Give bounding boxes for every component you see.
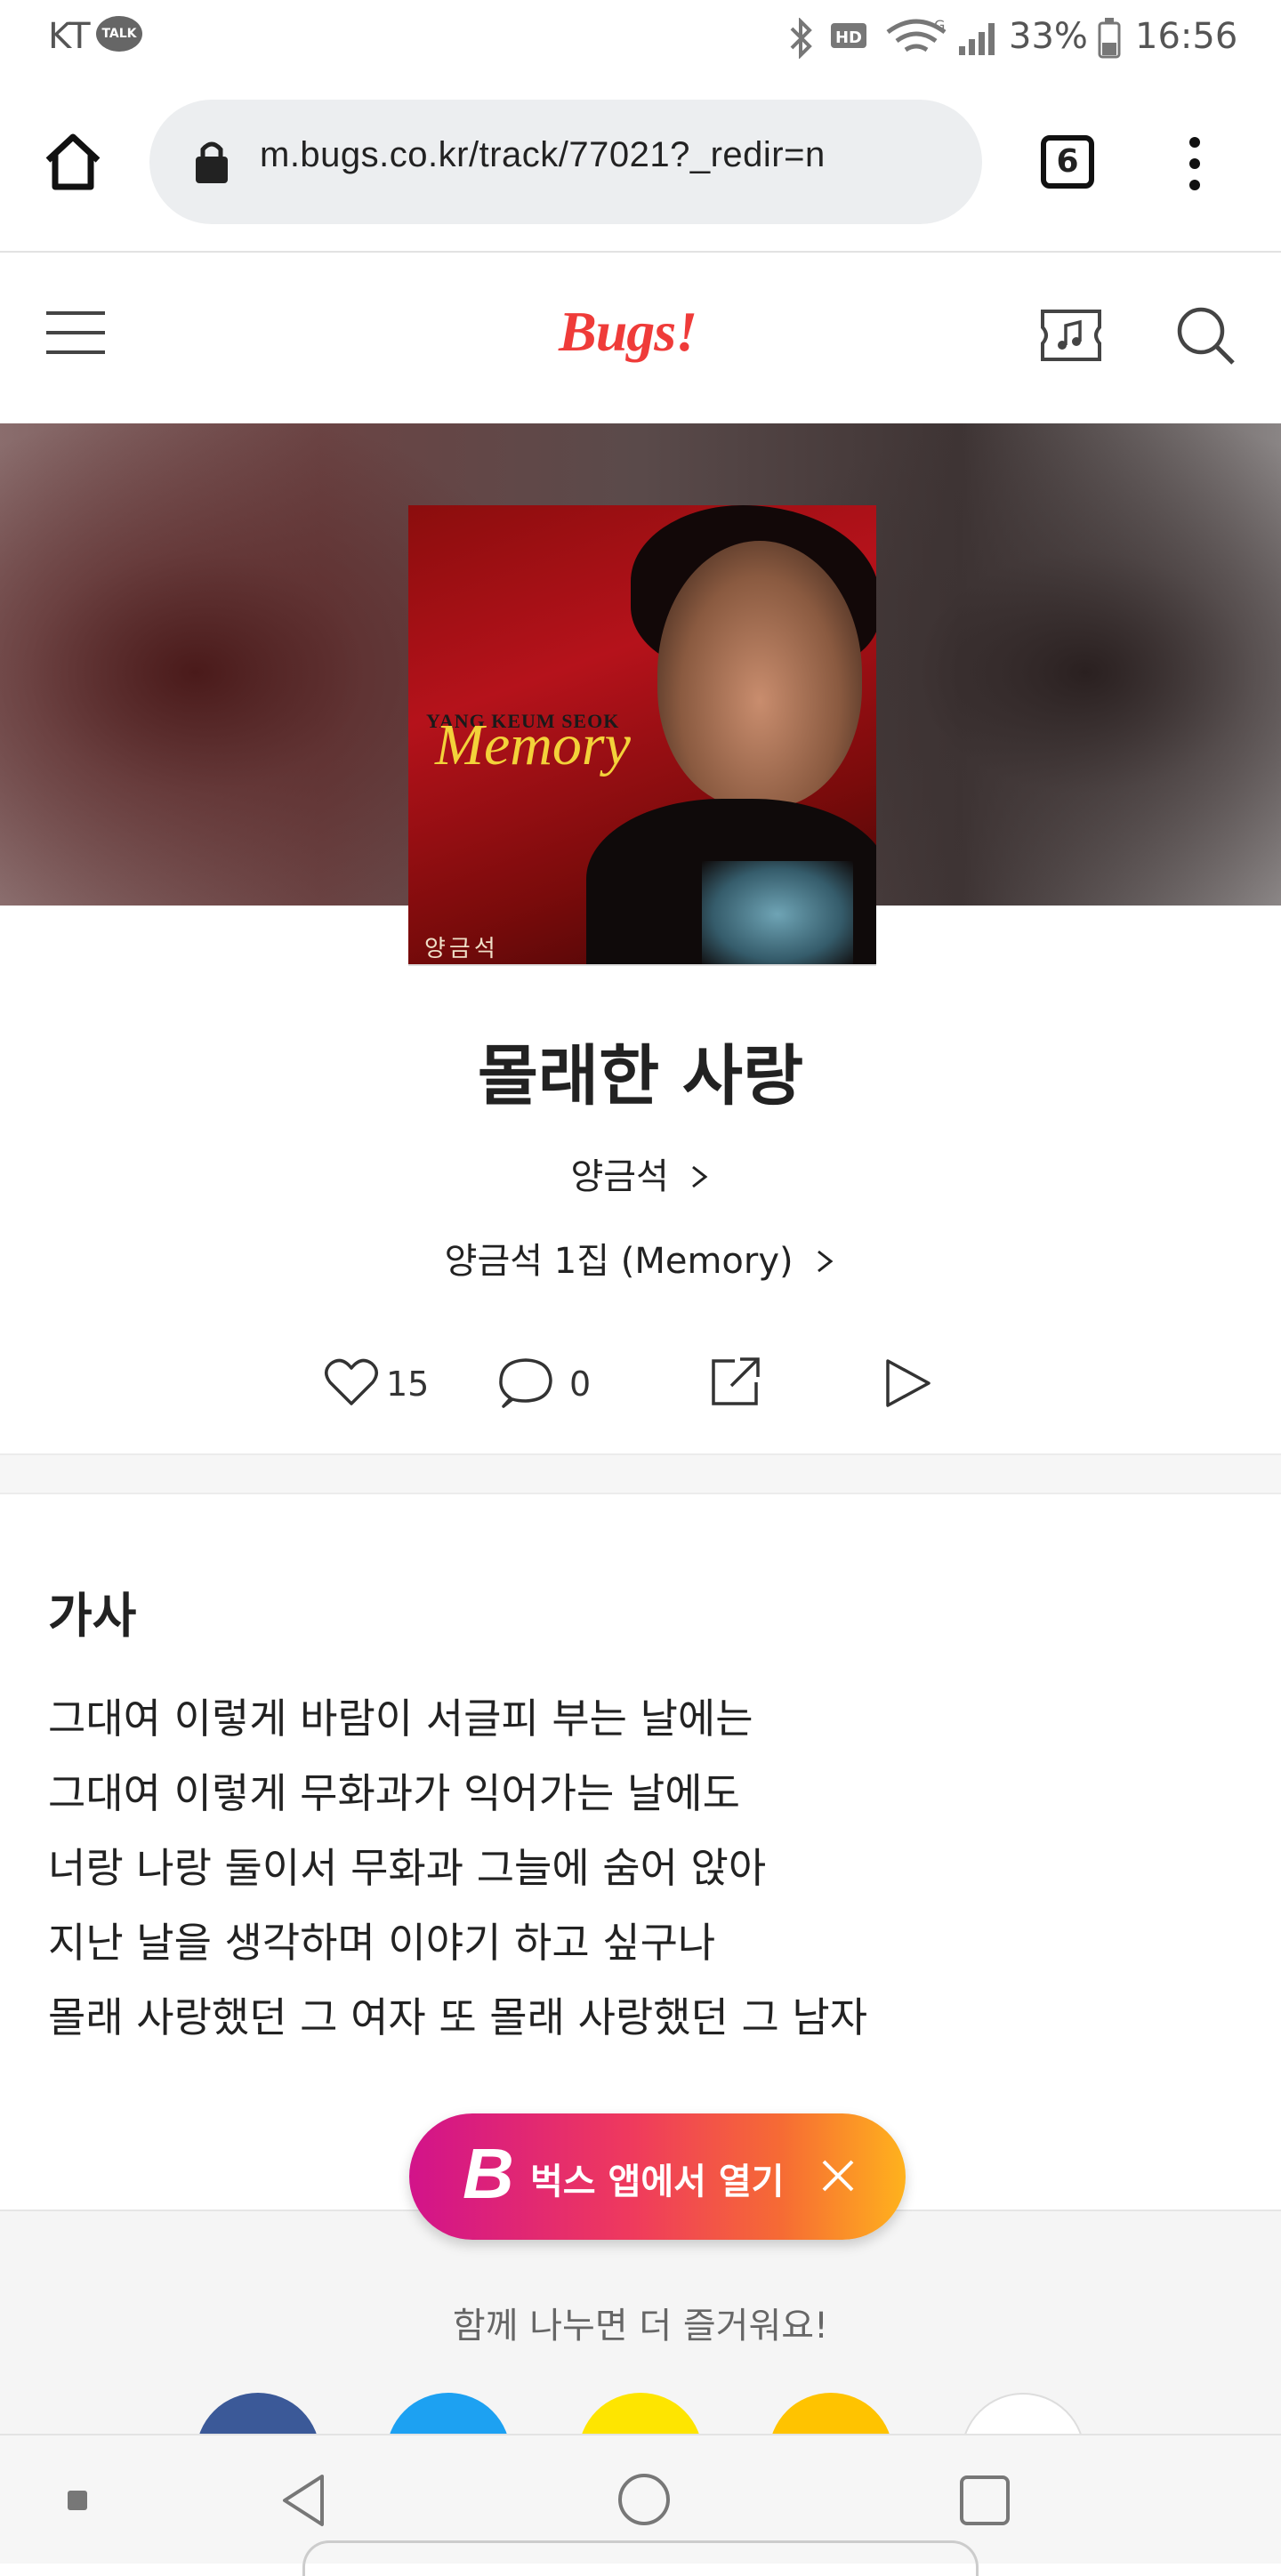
chevron-right-icon bbox=[691, 1165, 707, 1188]
track-title: 몰래한 사랑 bbox=[477, 1038, 804, 1115]
music-player-icon[interactable] bbox=[1037, 306, 1105, 365]
lyric-line: 너랑 나랑 둘이서 무화과 그늘에 숨어 앉아 bbox=[48, 1844, 767, 1892]
open-in-app-label[interactable]: 벅스 앱에서 열기 bbox=[530, 2153, 784, 2204]
track-actions: 15 0 bbox=[0, 1325, 1281, 1441]
album-name[interactable]: 양금석 1집 (Memory) bbox=[445, 1241, 794, 1282]
share-icon[interactable] bbox=[708, 1354, 761, 1409]
signal-icon bbox=[959, 23, 995, 55]
wifi-icon: G bbox=[886, 17, 947, 52]
hamburger-menu-icon[interactable] bbox=[46, 308, 105, 358]
comment-count: 0 bbox=[569, 1364, 592, 1404]
lyrics-body: 그대여 이렇게 바람이 서글피 부는 날에는 그대여 이렇게 무화과가 익어가는… bbox=[48, 1681, 1231, 2055]
cover-dress bbox=[702, 861, 853, 964]
album-cover[interactable]: YANG KEUM SEOK Memory 양금석 bbox=[408, 505, 876, 964]
site-header: Bugs! bbox=[0, 253, 1281, 423]
bugs-app-logo-icon: B bbox=[463, 2134, 514, 2213]
search-icon[interactable] bbox=[1174, 304, 1237, 366]
cover-face bbox=[657, 541, 862, 808]
battery-icon bbox=[1098, 18, 1121, 59]
open-in-app-banner[interactable]: B 벅스 앱에서 열기 bbox=[409, 2113, 906, 2240]
cover-artist-ko: 양금석 bbox=[424, 936, 499, 962]
status-bar: KT TALK HD G 33% 16:56 bbox=[0, 0, 1281, 80]
back-icon[interactable] bbox=[278, 2471, 331, 2530]
bugs-logo[interactable]: Bugs! bbox=[559, 299, 697, 365]
recents-dot-icon[interactable] bbox=[68, 2491, 87, 2510]
battery-percent: 33% bbox=[1009, 16, 1088, 57]
artist-name[interactable]: 양금석 bbox=[570, 1156, 668, 1197]
url-text[interactable]: m.bugs.co.kr/track/77021?_redir=n bbox=[260, 135, 826, 175]
artist-link[interactable]: 양금석 bbox=[0, 1147, 1281, 1199]
system-navigation-bar bbox=[0, 2434, 1281, 2576]
lock-icon bbox=[196, 141, 228, 183]
section-divider bbox=[0, 1453, 1281, 1494]
kakaotalk-icon: TALK bbox=[96, 16, 142, 52]
lyric-line: 그대여 이렇게 바람이 서글피 부는 날에는 bbox=[48, 1695, 753, 1743]
album-link[interactable]: 양금석 1집 (Memory) bbox=[0, 1232, 1281, 1284]
close-icon[interactable] bbox=[818, 2156, 858, 2195]
overview-icon[interactable] bbox=[957, 2473, 1012, 2528]
cover-title-en: Memory bbox=[435, 712, 631, 777]
svg-text:HD: HD bbox=[835, 28, 862, 47]
gesture-handle[interactable] bbox=[302, 2540, 979, 2576]
lyric-line: 그대여 이렇게 무화과가 익어가는 날에도 bbox=[48, 1769, 740, 1817]
lyrics-heading: 가사 bbox=[48, 1588, 137, 1644]
play-icon[interactable] bbox=[881, 1356, 934, 1411]
browser-toolbar: m.bugs.co.kr/track/77021?_redir=n 6 bbox=[0, 80, 1281, 254]
svg-text:G: G bbox=[934, 17, 945, 34]
overflow-menu-icon[interactable] bbox=[1174, 133, 1215, 197]
home-icon[interactable] bbox=[41, 130, 105, 194]
carrier-label: KT bbox=[48, 16, 91, 57]
lyric-line: 지난 날을 생각하며 이야기 하고 싶구나 bbox=[48, 1919, 716, 1967]
chevron-right-icon bbox=[818, 1250, 834, 1273]
share-message: 함께 나누면 더 즐거워요! bbox=[452, 2306, 829, 2347]
tab-switcher-button[interactable]: 6 bbox=[1041, 135, 1094, 189]
like-count: 15 bbox=[386, 1364, 430, 1404]
address-bar[interactable]: m.bugs.co.kr/track/77021?_redir=n bbox=[149, 100, 982, 224]
comment-icon[interactable] bbox=[498, 1356, 553, 1411]
home-nav-icon[interactable] bbox=[616, 2471, 673, 2528]
hd-icon: HD bbox=[831, 23, 866, 48]
heart-icon[interactable] bbox=[324, 1357, 379, 1407]
bluetooth-icon bbox=[790, 18, 812, 59]
lyric-line: 몰래 사랑했던 그 여자 또 몰래 사랑했던 그 남자 bbox=[48, 1993, 868, 2041]
clock: 16:56 bbox=[1135, 16, 1238, 57]
